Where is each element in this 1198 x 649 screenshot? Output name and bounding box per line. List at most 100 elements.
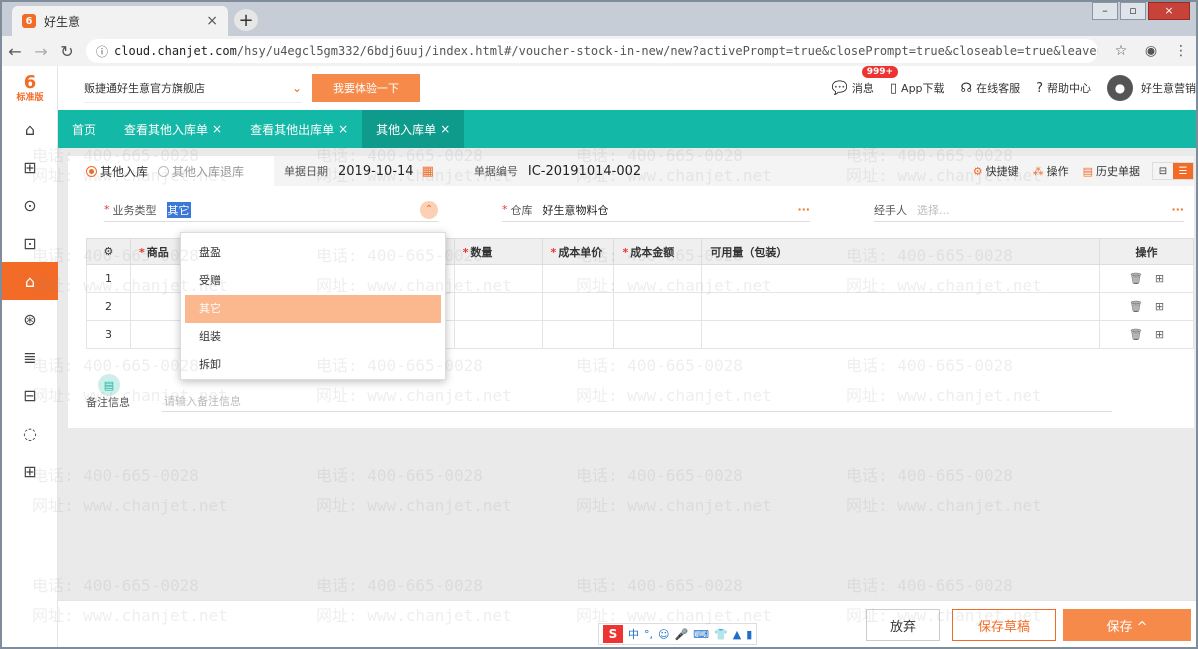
tab-view-other-out[interactable]: 查看其他出库单 × [236,110,362,148]
close-tab-icon[interactable]: × [206,13,218,29]
table-settings-icon[interactable]: ⚙ [86,238,131,265]
operations-button[interactable]: ⁂ 操作 [1033,163,1069,179]
ime-skin-icon[interactable]: 👕 [714,628,728,641]
bookmark-star-icon[interactable]: ☆ [1106,43,1136,59]
save-button[interactable]: 保存 ^ [1063,609,1191,641]
browser-tab[interactable]: 6 好生意 × [12,6,228,36]
radio-other-in[interactable]: 其他入库 [86,163,148,180]
biz-type-value[interactable]: 其它 [166,201,191,218]
grid-view-icon[interactable]: ☰ [1173,163,1193,179]
dropdown-option[interactable]: 盘盈 [185,239,441,267]
ime-punct-icon[interactable]: °, [644,628,653,641]
ime-menu-icon[interactable]: ▮ [746,628,752,641]
date-value[interactable]: 2019-10-14 [338,164,414,179]
dropdown-option[interactable]: 受赠 [185,267,441,295]
ime-logo-icon[interactable]: S [603,625,623,643]
store-name: 贩捷通好生意官方旗舰店 [84,81,205,95]
add-row-icon[interactable]: ⊞ [1155,328,1164,341]
tab-home[interactable]: 首页 [58,110,110,148]
radio-dot [86,165,97,177]
add-row-icon[interactable]: ⊞ [1155,300,1164,313]
delete-icon[interactable]: 🗑 [1129,272,1143,285]
calendar-icon[interactable]: ▦ [422,164,434,179]
cell-unit-cost[interactable] [541,292,615,321]
url-input[interactable]: ⓘ cloud.chanjet.com/hsy/u4egcl5gm332/6bd… [86,39,1098,63]
radio-other-in-return[interactable]: 其他入库退库 [158,163,244,180]
new-tab-button[interactable]: + [234,9,258,31]
tab-other-in[interactable]: 其他入库单 × [362,110,465,148]
sidebar-item-data-icon[interactable]: ⊟ [2,376,58,414]
history-icon: ▤ [1082,164,1093,178]
cell-unit-cost[interactable] [541,320,615,349]
close-window-button[interactable]: × [1148,2,1190,20]
radio-dot [158,165,170,177]
cell-qty[interactable] [453,292,543,321]
store-selector[interactable]: 贩捷通好生意官方旗舰店 ⌄ [84,73,302,103]
maximize-button[interactable]: ▫ [1120,2,1146,20]
messages-badge: 999+ [861,66,899,78]
cell-qty[interactable] [453,264,543,293]
browser-tab-title: 好生意 [44,14,81,29]
delete-icon[interactable]: 🗑 [1129,328,1143,341]
cell-amount[interactable] [613,320,703,349]
sidebar-item-loop-icon[interactable]: ◌ [2,414,58,452]
sidebar-item-inventory-icon[interactable]: ⌂ [2,262,58,300]
sidebar-item-shop-icon[interactable]: ⊞ [2,148,58,186]
handler-field[interactable]: 经手人 选择... ··· [874,198,1184,222]
close-icon[interactable]: × [338,122,348,136]
tab-view-other-in[interactable]: 查看其他入库单 × [110,110,236,148]
menu-icon[interactable]: ⋮ [1166,43,1196,59]
sidebar-item-sales-icon[interactable]: ⊡ [2,224,58,262]
info-icon[interactable]: ⓘ [96,43,108,60]
close-icon[interactable]: × [440,122,450,136]
ime-keyboard-icon[interactable]: ⌨ [693,628,709,641]
note-input[interactable]: 请输入备注信息 [162,392,1112,412]
warehouse-field[interactable]: * 仓库 好生意物料仓 ··· [502,198,810,222]
forward-icon[interactable]: → [28,42,54,61]
messages-link[interactable]: 💬 消息 999+ [832,66,899,96]
more-icon[interactable]: ··· [797,203,810,216]
close-icon[interactable]: × [212,122,222,136]
cell-amount[interactable] [613,264,703,293]
shortcut-button[interactable]: ⚙ 快捷键 [973,163,1019,179]
user-menu[interactable]: ● 好生意营销 [1107,75,1196,101]
dropdown-option[interactable]: 拆卸 [185,351,441,379]
handler-input[interactable]: 选择... [917,202,950,218]
back-icon[interactable]: ← [2,42,28,61]
ime-mic-icon[interactable]: 🎤 [674,628,688,641]
account-icon[interactable]: ◉ [1136,43,1166,59]
required-mark: * [138,245,145,259]
add-row-icon[interactable]: ⊞ [1155,272,1164,285]
cell-qty[interactable] [453,320,543,349]
dropdown-option-selected[interactable]: 其它 [185,295,441,323]
online-service-link[interactable]: ☊ 在线客服 [961,80,1021,96]
reload-icon[interactable]: ↻ [54,42,80,61]
col-amount: * 成本金额 [613,238,703,265]
ime-emoji-icon[interactable]: ☺ [658,628,669,641]
more-icon[interactable]: ··· [1171,203,1184,216]
sidebar-item-finance-icon[interactable]: ⊛ [2,300,58,338]
biz-type-field[interactable]: * 业务类型 其它 ⌃ [104,198,438,222]
sidebar-item-home-icon[interactable]: ⌂ [2,110,58,148]
cell-amount[interactable] [613,292,703,321]
try-button[interactable]: 我要体验一下 [312,74,420,102]
ime-chinese-icon[interactable]: 中 [628,626,639,642]
history-button[interactable]: ▤ 历史单据 [1083,163,1140,179]
page-tabs: 首页 查看其他入库单 × 查看其他出库单 × 其他入库单 × [58,110,1196,148]
discard-button[interactable]: 放弃 [866,609,940,641]
minimize-button[interactable]: – [1092,2,1118,20]
sidebar-item-purchase-icon[interactable]: ⊙ [2,186,58,224]
help-center-link[interactable]: ? 帮助中心 [1036,80,1091,96]
ime-tools-icon[interactable]: ▲ [733,628,741,641]
warehouse-value[interactable]: 好生意物料仓 [543,202,609,218]
save-draft-button[interactable]: 保存草稿 [952,609,1056,641]
delete-icon[interactable]: 🗑 [1129,300,1143,313]
sidebar-item-report-icon[interactable]: ≣ [2,338,58,376]
dropdown-option[interactable]: 组装 [185,323,441,351]
chevron-up-icon[interactable]: ⌃ [420,200,438,219]
cell-unit-cost[interactable] [541,264,615,293]
sidebar-item-settings-icon[interactable]: ⊞ [2,452,58,490]
app-download-link[interactable]: ▯ App下载 [890,80,945,96]
list-view-icon[interactable]: ⊟ [1153,163,1173,179]
voucher-type-radios: 其他入库 其他入库退库 [68,156,274,186]
